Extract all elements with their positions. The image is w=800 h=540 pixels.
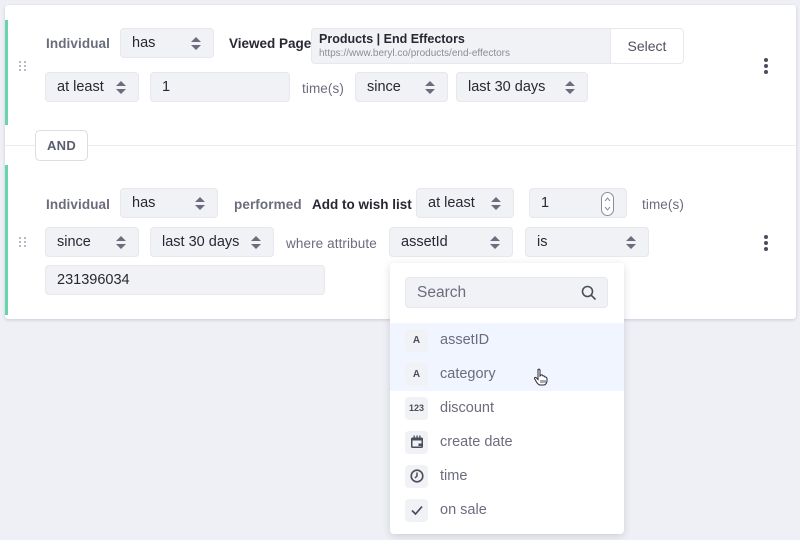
rule-2-verb-value: has bbox=[132, 195, 156, 211]
calendar-icon bbox=[405, 430, 428, 454]
search-icon bbox=[581, 285, 597, 301]
rule-1-verb-select[interactable]: has bbox=[120, 28, 214, 58]
select-page-button[interactable]: Select bbox=[610, 29, 683, 63]
rule-1-accent-bar bbox=[5, 20, 8, 125]
attribute-option-category[interactable]: A category bbox=[390, 357, 624, 391]
attribute-option-time[interactable]: time bbox=[390, 459, 624, 493]
rule-2-value-input[interactable]: 231396034 bbox=[45, 265, 325, 295]
rule-1-subject-label: Individual bbox=[46, 36, 111, 51]
drag-handle-icon[interactable] bbox=[19, 61, 26, 71]
rule-2-range-value: last 30 days bbox=[162, 234, 240, 250]
sort-caret-icon bbox=[116, 81, 126, 94]
rule-1-range-select[interactable]: last 30 days bbox=[456, 72, 588, 102]
attribute-search-input[interactable]: Search bbox=[405, 277, 608, 308]
sort-caret-icon bbox=[116, 236, 126, 249]
rule-1-frequency-value: at least bbox=[57, 79, 104, 95]
rule-2-range-select[interactable]: last 30 days bbox=[150, 227, 274, 257]
page-picker[interactable]: Products | End Effectors https://www.ber… bbox=[311, 28, 684, 64]
attribute-option-on-sale[interactable]: on sale bbox=[390, 493, 624, 527]
sort-caret-icon bbox=[425, 81, 435, 94]
clock-icon bbox=[405, 464, 428, 488]
sort-caret-icon bbox=[491, 197, 501, 210]
sort-caret-icon bbox=[191, 37, 201, 50]
rule-1-since-value: since bbox=[367, 79, 401, 95]
rule-2-frequency-value: at least bbox=[428, 195, 475, 211]
rule-2-since-value: since bbox=[57, 234, 91, 250]
option-label: discount bbox=[440, 400, 495, 416]
rule-1-verb-value: has bbox=[132, 35, 156, 51]
sort-caret-icon bbox=[565, 81, 575, 94]
rule-1-action-label: Viewed Page bbox=[229, 36, 312, 51]
page-url: https://www.beryl.co/products/end-effect… bbox=[319, 48, 511, 59]
drag-handle-icon[interactable] bbox=[19, 237, 26, 247]
rule-1-times-label: time(s) bbox=[302, 81, 344, 96]
sort-caret-icon bbox=[626, 236, 636, 249]
rule-2-accent-bar bbox=[5, 165, 8, 315]
option-label: create date bbox=[440, 434, 513, 450]
text-type-icon: A bbox=[405, 362, 428, 386]
and-connector-button[interactable]: AND bbox=[35, 130, 88, 161]
checkmark-icon bbox=[405, 498, 428, 522]
sort-caret-icon bbox=[251, 236, 261, 249]
option-label: category bbox=[440, 366, 496, 382]
rule-2-verb-select[interactable]: has bbox=[120, 188, 218, 218]
number-spinner-icon[interactable] bbox=[601, 192, 614, 216]
number-type-icon: 123 bbox=[405, 396, 428, 420]
rule-2-attribute-select[interactable]: assetId bbox=[389, 227, 513, 257]
rule-2-performed-label: performed bbox=[234, 197, 302, 212]
rule-1-count-input[interactable]: 1 bbox=[150, 72, 290, 102]
rule-1-since-select[interactable]: since bbox=[355, 72, 448, 102]
rule-2-since-select[interactable]: since bbox=[45, 227, 139, 257]
rule-2-attribute-value: assetId bbox=[401, 234, 448, 250]
rule-divider bbox=[5, 145, 796, 146]
sort-caret-icon bbox=[195, 197, 205, 210]
rule-1-frequency-select[interactable]: at least bbox=[45, 72, 139, 102]
option-label: on sale bbox=[440, 502, 487, 518]
hand-pointer-cursor-icon bbox=[533, 368, 548, 386]
text-type-icon: A bbox=[405, 328, 428, 352]
rule-1-more-options-icon[interactable] bbox=[764, 58, 768, 76]
attribute-option-create-date[interactable]: create date bbox=[390, 425, 624, 459]
rule-2-count-input[interactable]: 1 bbox=[529, 188, 627, 218]
rule-2-where-label: where attribute bbox=[286, 236, 377, 251]
rule-1-range-value: last 30 days bbox=[468, 79, 546, 95]
rule-2-operator-select[interactable]: is bbox=[525, 227, 649, 257]
rule-2-operator-value: is bbox=[537, 234, 548, 250]
sort-caret-icon bbox=[490, 236, 500, 249]
search-placeholder: Search bbox=[417, 283, 467, 301]
rule-2-more-options-icon[interactable] bbox=[764, 235, 768, 253]
attribute-dropdown-menu: Search A assetID A category 123 discount… bbox=[390, 263, 624, 534]
option-label: time bbox=[440, 468, 468, 484]
rule-2-frequency-select[interactable]: at least bbox=[416, 188, 514, 218]
attribute-option-discount[interactable]: 123 discount bbox=[390, 391, 624, 425]
rule-2-count-value: 1 bbox=[541, 195, 550, 211]
option-label: assetID bbox=[440, 332, 490, 348]
rule-2-event-label: Add to wish list bbox=[312, 197, 412, 212]
rule-2-subject-label: Individual bbox=[46, 197, 111, 212]
attribute-option-assetid[interactable]: A assetID bbox=[390, 323, 624, 357]
rule-2-times-label: time(s) bbox=[642, 197, 684, 212]
page-title: Products | End Effectors bbox=[319, 32, 465, 46]
